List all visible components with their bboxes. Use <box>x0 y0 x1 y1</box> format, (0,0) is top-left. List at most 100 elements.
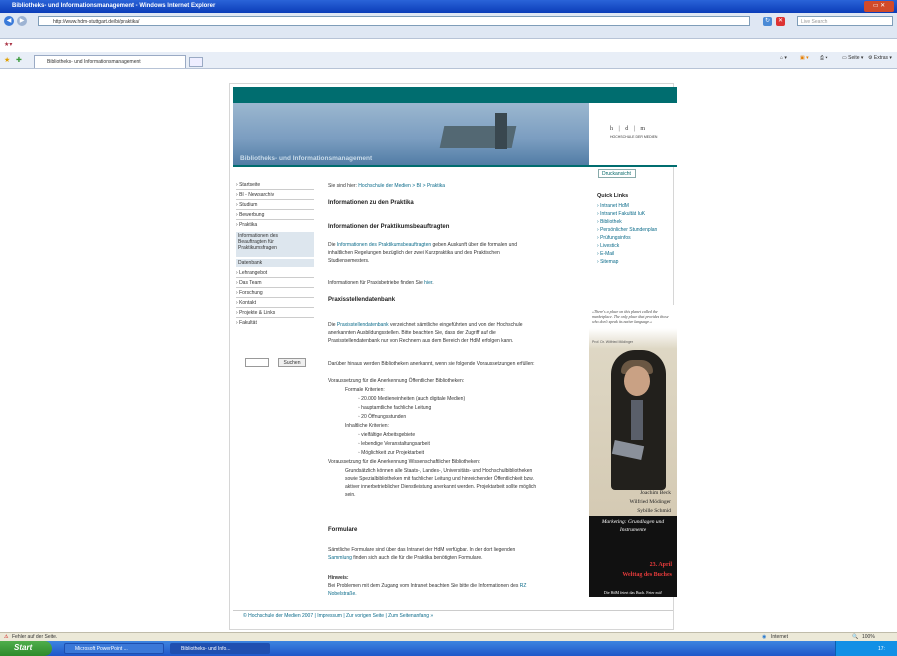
sidebar-item-praktika[interactable]: › Praktika <box>236 222 257 228</box>
sidebar-item-startseite[interactable]: › Startseite <box>236 182 260 188</box>
nobelstrasse-link[interactable]: Nobelstraße. <box>328 591 357 598</box>
start-button[interactable]: Start <box>0 641 52 656</box>
divider <box>236 189 314 190</box>
feeds-icon[interactable]: ▣ ▾ <box>800 55 809 61</box>
paragraph-4: Darüber hinaus werden Bibliotheken anerk… <box>328 361 535 367</box>
window-controls[interactable]: ▭ ✕ <box>864 1 894 12</box>
status-bar: ⚠ Fehler auf der Seite. ◉ Internet 🔍 100… <box>0 632 897 641</box>
page-footer[interactable]: © Hochschule der Medien 2007 | Impressum… <box>233 613 673 623</box>
breadcrumb-links[interactable]: Hochschule der Medien > BI > Praktika <box>358 183 445 189</box>
divider <box>236 277 314 278</box>
ad-quote: »There's a place on this planet called t… <box>592 309 669 324</box>
quicklink-stundenplan[interactable]: › Persönlicher Stundenplan <box>597 227 657 233</box>
ad-date: 23. April <box>649 562 672 568</box>
refresh-icon[interactable]: ↻ <box>763 17 772 26</box>
formal-criteria-label: Formale Kriterien: <box>345 387 385 393</box>
hier-link[interactable]: hier <box>424 280 432 286</box>
address-field[interactable]: http://www.hdm-stuttgart.de/bi/praktika/ <box>38 16 750 26</box>
bookmark-icon[interactable]: ★▾ <box>4 41 12 48</box>
rz-link[interactable]: RZ <box>520 583 527 589</box>
quicklink-livestick[interactable]: › Livestick <box>597 243 619 249</box>
page-menu-label: Seite <box>848 55 860 61</box>
add-favorites-icon[interactable]: ✚ <box>16 56 22 64</box>
window-title: Bibliotheks- und Informationsmanagement … <box>12 3 216 9</box>
zoom-icon[interactable]: 🔍 <box>852 634 858 640</box>
sidebar-item-lehrangebot[interactable]: › Lehrangebot <box>236 270 267 276</box>
back-button[interactable]: ◀ <box>4 16 14 26</box>
section-heading-formulare: Formulare <box>328 527 358 533</box>
extras-menu-label: Extras <box>873 55 889 61</box>
ad-bottom-text: Die HdM feiert das Buch. Feier mit! <box>603 590 663 595</box>
footer-links[interactable]: Hochschule der Medien 2007 | Impressum |… <box>248 613 429 619</box>
criteria-item: ◦ 20 Öffnungsstunden <box>358 414 407 420</box>
print-view-link[interactable]: Druckansicht <box>598 169 636 178</box>
page-title: Informationen zu den Praktika <box>328 200 414 206</box>
praxisstellendatenbank-link[interactable]: Praxisstellendatenbank <box>337 322 389 328</box>
quicklink-bibliothek[interactable]: › Bibliothek <box>597 219 622 225</box>
ad-author: Wilfried Mödinger <box>629 499 671 505</box>
ad-quote-author: Prof. Dr. Wilfried Mödinger <box>592 340 634 344</box>
start-label: Start <box>14 643 33 652</box>
home-icon[interactable]: ⌂ ▾ <box>780 55 787 61</box>
sidebar-item-projekte[interactable]: › Projekte & Links <box>236 310 275 316</box>
informationen-link[interactable]: Informationen des Praktikumsbeauftragten <box>337 242 431 248</box>
sidebar-subitem-informationen[interactable]: Informationen des Beauftragten für Prakt… <box>236 232 314 257</box>
quicklink-sitemap[interactable]: › Sitemap <box>597 259 618 265</box>
divider <box>236 287 314 288</box>
divider <box>236 199 314 200</box>
sidebar-item-newsarchiv[interactable]: › BI - Newsarchiv <box>236 192 274 198</box>
divider <box>236 317 314 318</box>
extras-menu[interactable]: ⚙ Extras ▾ <box>868 55 892 61</box>
warning-icon[interactable]: ⚠ <box>4 634 8 640</box>
taskbar-item-powerpoint[interactable]: Microsoft PowerPoint ... <box>64 643 164 654</box>
criteria-item: ◦ Möglichkeit zur Projektarbeit <box>358 450 424 456</box>
content-criteria-label: Inhaltliche Kriterien: <box>345 423 389 429</box>
quicklink-pruefungsinfos[interactable]: › Prüfungsinfos <box>597 235 631 241</box>
clock: 17: <box>878 646 885 652</box>
stop-icon[interactable]: ✕ <box>776 17 785 26</box>
divider <box>236 219 314 220</box>
search-input[interactable]: Live Search <box>797 16 893 26</box>
ad-author: Joachim Beck <box>639 490 671 496</box>
paragraph-1c: Studiensemesters. <box>328 258 370 264</box>
breadcrumb: Sie sind hier: Hochschule der Medien > B… <box>328 183 446 189</box>
sidebar-item-fakultaet[interactable]: › Fakultät <box>236 320 257 326</box>
hdm-logo[interactable]: h | d | m <box>610 126 647 132</box>
criteria-item: ◦ lebendige Veranstaltungsarbeit <box>358 441 430 447</box>
new-tab-button[interactable] <box>189 57 203 67</box>
divider <box>236 297 314 298</box>
taskbar-item-ie[interactable]: Bibliotheks- und Info... <box>170 643 270 654</box>
page-menu[interactable]: ▭ Seite ▾ <box>842 55 863 61</box>
sidebar-item-forschung[interactable]: › Forschung <box>236 290 263 296</box>
ad-book-title-2: Instrumente <box>619 527 647 533</box>
sidebar-item-kontakt[interactable]: › Kontakt <box>236 300 256 306</box>
sidebar-subitem-datenbank[interactable]: Datenbank <box>236 259 314 267</box>
sidebar-item-team[interactable]: › Das Team <box>236 280 261 286</box>
zoom-level[interactable]: 100% <box>862 634 875 640</box>
quicklink-intranet[interactable]: › Intranet HdM <box>597 203 629 209</box>
site-search-button[interactable]: Suchen <box>278 358 306 367</box>
banner-tower-image <box>495 113 507 149</box>
ad-book-title: Marketing: Grundlagen und <box>601 519 665 525</box>
subitem-line-3: Praktikumsfragen <box>238 245 277 251</box>
tab-active[interactable]: Bibliotheks- und Informationsmanagement <box>34 55 186 68</box>
author-face <box>624 366 650 396</box>
system-tray[interactable]: 17: <box>835 641 897 656</box>
tab-title: Bibliotheks- und Informationsmanagement <box>47 59 141 65</box>
requirement-oeffentlich: Voraussetzung für die Anerkennung Öffent… <box>328 378 465 384</box>
requirement-text: aktiver innerbetrieblicher Dienstleistun… <box>345 484 537 490</box>
sidebar-item-studium[interactable]: › Studium <box>236 202 257 208</box>
forward-button[interactable]: ▶ <box>17 16 27 26</box>
paragraph-6: Bei Problemen mit dem Zugang vom Intrane… <box>328 583 527 589</box>
header-strip <box>233 87 677 103</box>
ad-event: Welttag des Buches <box>622 572 672 578</box>
print-icon[interactable]: ⎙ ▾ <box>820 55 828 61</box>
sammlung-link[interactable]: Sammlung <box>328 555 352 561</box>
site-search-input[interactable] <box>245 358 269 367</box>
quicklink-email[interactable]: › E-Mail <box>597 251 614 257</box>
quicklink-fakultaet[interactable]: › Intranet Fakultät IuK <box>597 211 645 217</box>
favorites-star-icon[interactable]: ★ <box>4 56 10 64</box>
sidebar-item-bewerbung[interactable]: › Bewerbung <box>236 212 264 218</box>
status-text[interactable]: Fehler auf der Seite. <box>12 634 57 640</box>
security-zone: Internet <box>771 634 788 640</box>
